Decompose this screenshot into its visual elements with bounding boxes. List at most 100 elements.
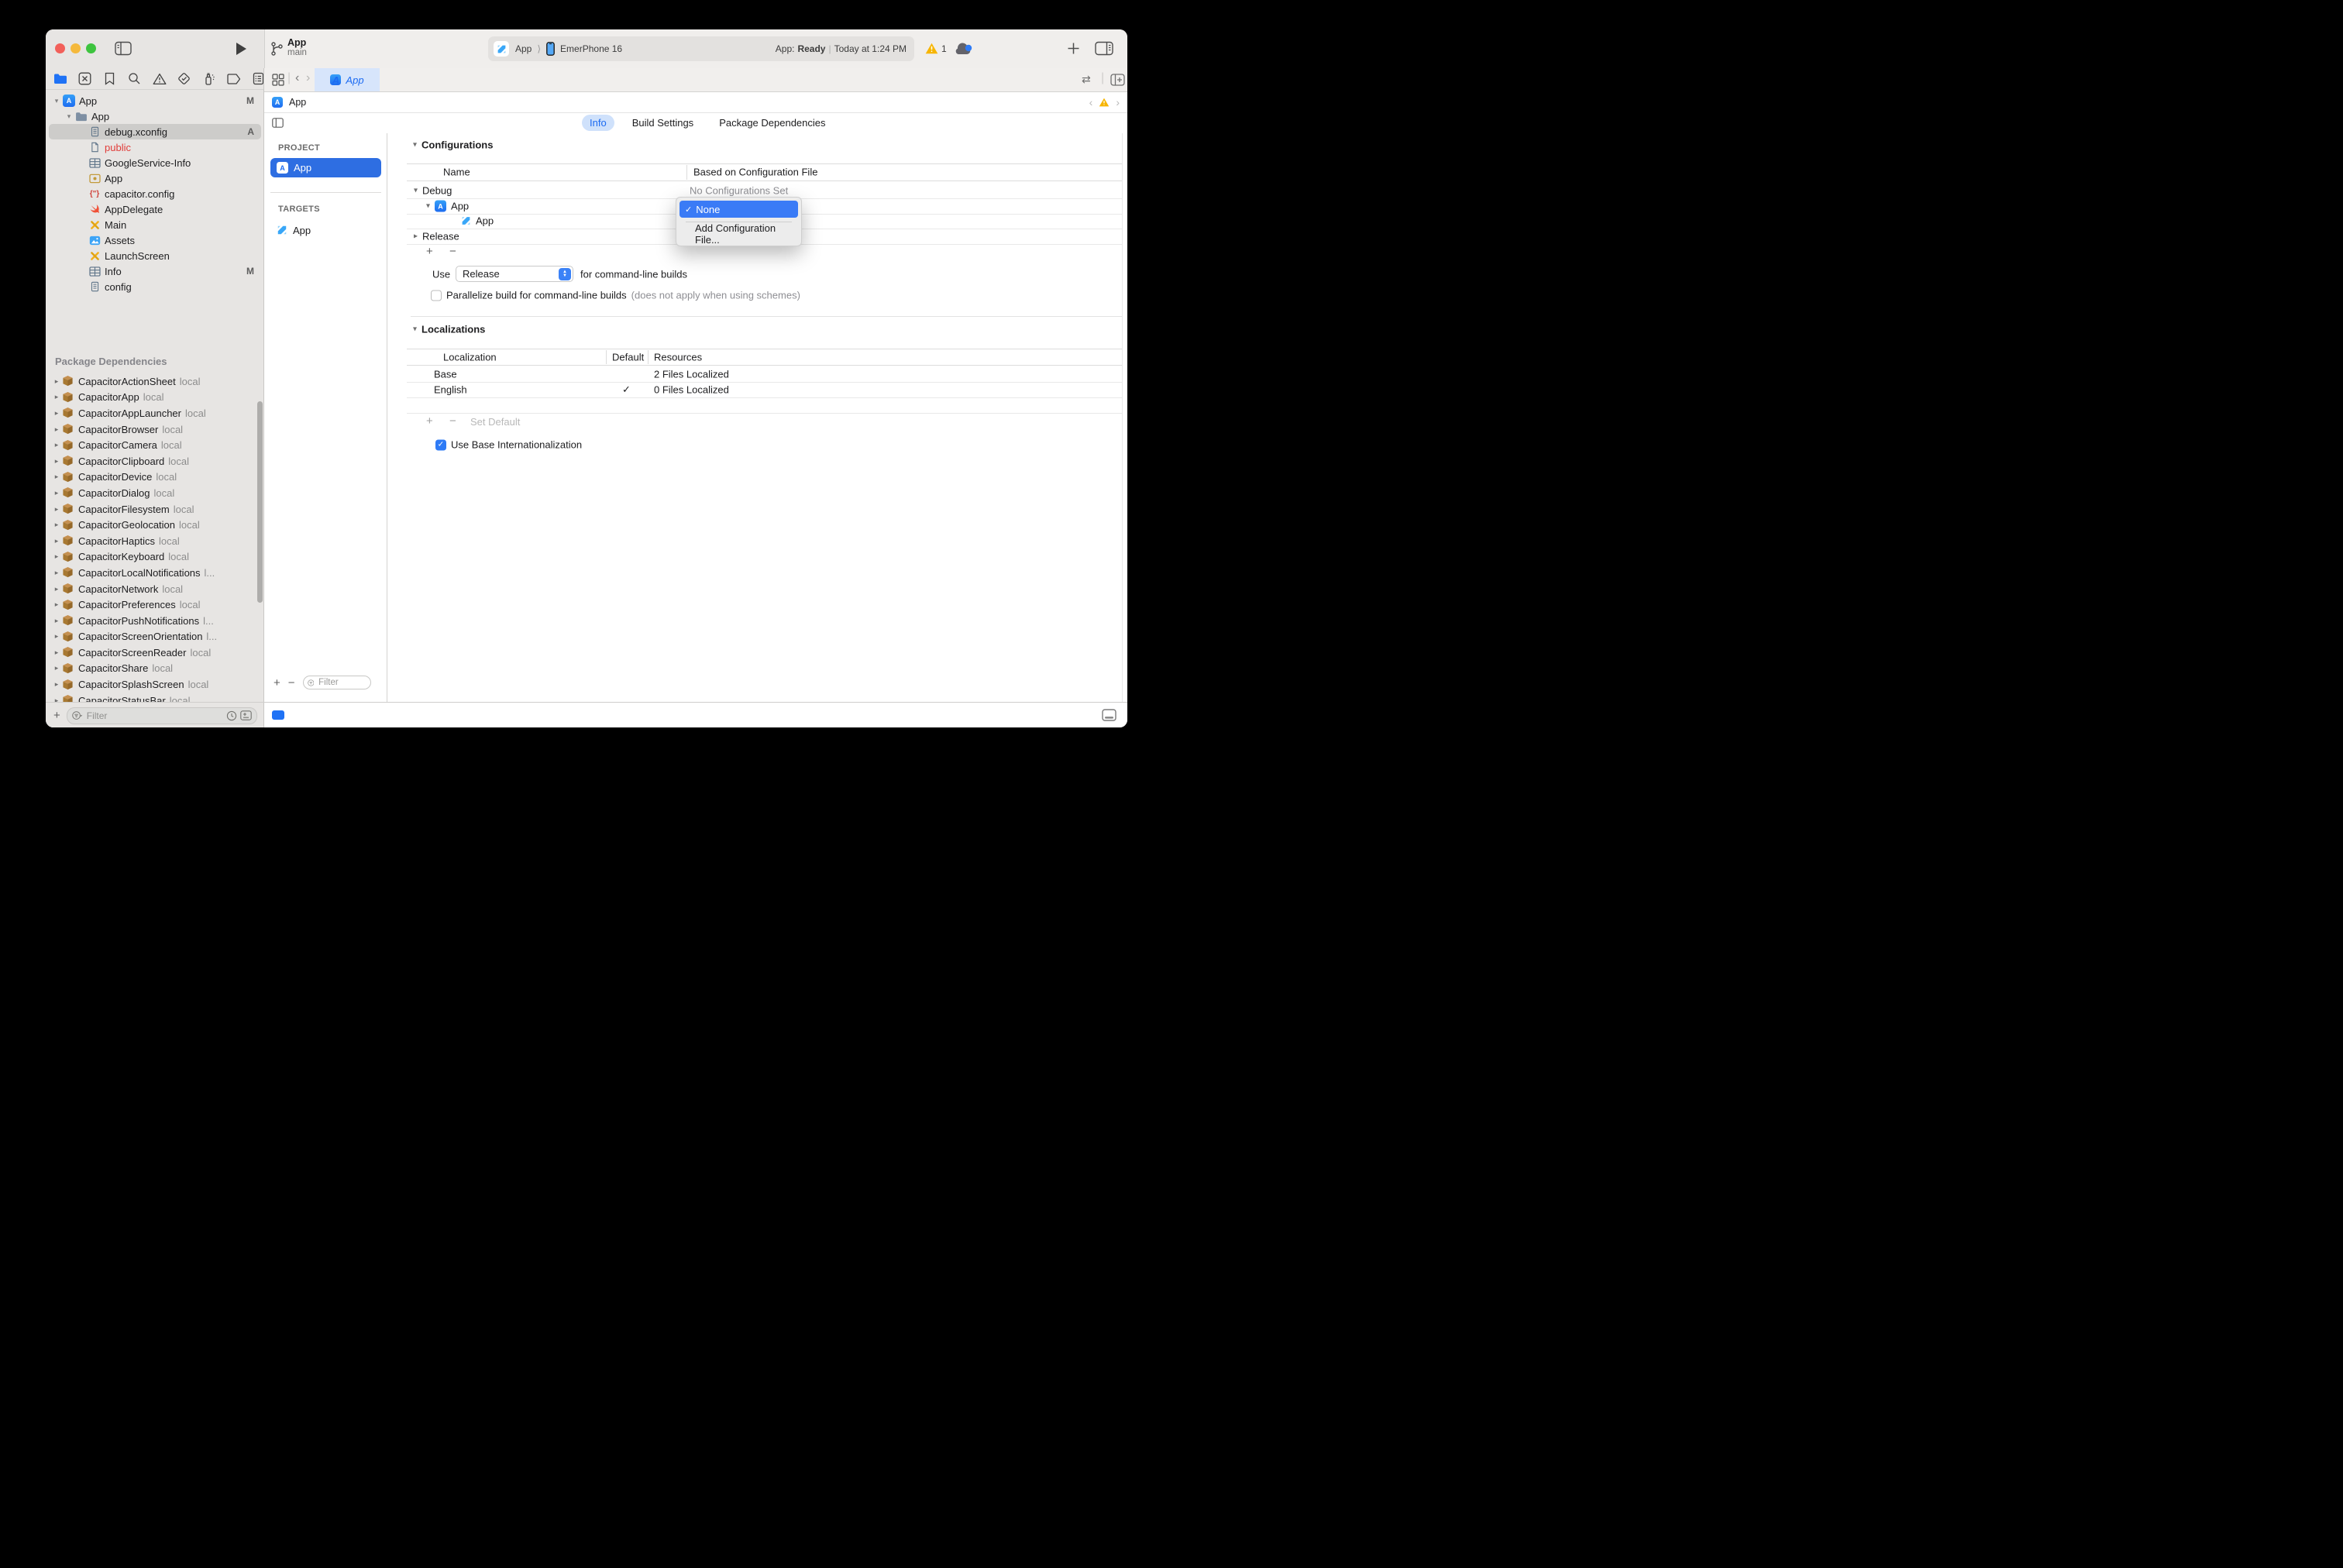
tab-build-settings[interactable]: Build Settings	[624, 115, 702, 131]
add-configuration-button[interactable]: +	[426, 245, 433, 258]
scm-status-filter-icon[interactable]	[240, 710, 252, 720]
sidebar-add-button[interactable]: +	[274, 676, 280, 689]
scheme-selector[interactable]: App main	[287, 38, 307, 57]
tree-row-file[interactable]: AppDelegate	[46, 201, 264, 217]
disclosure-closed-icon[interactable]: ▸	[52, 585, 61, 593]
tab-package-dependencies[interactable]: Package Dependencies	[711, 115, 833, 131]
use-base-checkbox[interactable]: ✓	[435, 439, 446, 450]
toggle-debug-area-icon[interactable]	[1102, 709, 1116, 721]
disclosure-closed-icon[interactable]: ▸	[52, 393, 61, 401]
disclosure-closed-icon[interactable]: ▸	[52, 409, 61, 418]
package-row[interactable]: ▸ CapacitorHaptics local	[46, 533, 264, 549]
scheme-crumb[interactable]: App	[515, 43, 532, 54]
disclosure-closed-icon[interactable]: ▸	[52, 648, 61, 657]
disclosure-closed-icon[interactable]: ▸	[52, 521, 61, 529]
tree-row-file[interactable]: config	[46, 279, 264, 294]
localization-row-base[interactable]: Base	[434, 369, 457, 380]
package-row[interactable]: ▸ CapacitorBrowser local	[46, 421, 264, 438]
disclosure-closed-icon[interactable]: ▸	[52, 680, 61, 689]
close-window-button[interactable]	[55, 43, 65, 53]
swap-editor-icon[interactable]: ⇄	[1082, 73, 1091, 86]
package-row[interactable]: ▸ CapacitorFilesystem local	[46, 501, 264, 518]
disclosure-closed-icon[interactable]: ▸	[52, 632, 61, 641]
disclosure-closed-icon[interactable]: ▸	[52, 505, 61, 514]
package-row[interactable]: ▸ CapacitorKeyboard local	[46, 549, 264, 566]
warning-icon[interactable]	[1099, 98, 1110, 107]
tree-row-file[interactable]: GoogleService-Info	[46, 155, 264, 170]
disclosure-closed-icon[interactable]: ▸	[52, 600, 61, 609]
package-row[interactable]: ▸ CapacitorActionSheet local	[46, 373, 264, 390]
disclosure-closed-icon[interactable]: ▸	[52, 425, 61, 434]
run-destination[interactable]: EmerPhone 16	[560, 43, 622, 54]
next-issue-button[interactable]: ›	[1116, 96, 1120, 108]
related-items-icon[interactable]	[272, 74, 284, 86]
parallelize-checkbox[interactable]	[431, 290, 442, 301]
column-header-localization[interactable]: Localization	[443, 352, 497, 363]
package-row[interactable]: ▸ CapacitorPreferences local	[46, 597, 264, 613]
package-row[interactable]: ▸ CapacitorCamera local	[46, 437, 264, 453]
remove-configuration-button[interactable]: −	[449, 245, 456, 258]
warning-icon[interactable]	[925, 43, 938, 54]
disclosure-open-icon[interactable]: ▾	[413, 141, 417, 150]
tree-row-selected[interactable]: debug.xconfig A	[49, 124, 261, 139]
sidebar-remove-button[interactable]: −	[288, 676, 295, 689]
disclosure-open-icon[interactable]: ▾	[64, 112, 74, 121]
run-button[interactable]	[236, 43, 246, 55]
disclosure-closed-icon[interactable]: ▸	[414, 232, 418, 241]
disclosure-closed-icon[interactable]: ▸	[52, 473, 61, 481]
sidebar-filter-field[interactable]	[303, 676, 371, 689]
tree-row-file[interactable]: Info M	[46, 263, 264, 279]
bookmark-navigator-tab-icon[interactable]	[102, 71, 117, 86]
disclosure-closed-icon[interactable]: ▸	[52, 569, 61, 577]
previous-issue-button[interactable]: ‹	[1089, 96, 1093, 108]
package-row[interactable]: ▸ CapacitorGeolocation local	[46, 517, 264, 533]
disclosure-closed-icon[interactable]: ▸	[52, 552, 61, 561]
add-localization-button[interactable]: +	[426, 414, 433, 428]
toggle-navigator-icon[interactable]	[115, 41, 132, 56]
toggle-inspector-icon[interactable]	[1095, 41, 1113, 56]
column-header-based-on[interactable]: Based on Configuration File	[693, 167, 817, 178]
command-line-config-popup[interactable]: Release ▲▼	[456, 266, 573, 282]
disclosure-closed-icon[interactable]: ▸	[52, 441, 61, 449]
toggle-editor-sidebar-icon[interactable]	[272, 118, 284, 128]
package-row[interactable]: ▸ CapacitorDevice local	[46, 469, 264, 486]
disclosure-closed-icon[interactable]: ▸	[52, 537, 61, 545]
config-row-debug[interactable]: ▾ Debug	[414, 185, 452, 197]
minimize-window-button[interactable]	[71, 43, 81, 53]
breakpoint-navigator-tab-icon[interactable]	[226, 71, 241, 86]
config-debug-value[interactable]: No Configurations Set	[690, 185, 788, 197]
disclosure-closed-icon[interactable]: ▸	[52, 489, 61, 497]
tree-row-file[interactable]: LaunchScreen	[46, 248, 264, 263]
tree-row-project[interactable]: ▾ A App M	[46, 93, 264, 108]
package-row[interactable]: ▸ CapacitorAppLauncher local	[46, 405, 264, 421]
sidebar-item-project-app[interactable]: A App	[270, 158, 381, 177]
cloud-status-icon[interactable]	[954, 42, 974, 57]
disclosure-closed-icon[interactable]: ▸	[52, 696, 61, 702]
content-scrollbar-track[interactable]	[1122, 133, 1123, 702]
disclosure-open-icon[interactable]: ▾	[52, 97, 61, 105]
find-navigator-tab-icon[interactable]	[127, 71, 142, 86]
package-row[interactable]: ▸ CapacitorDialog local	[46, 485, 264, 501]
package-row[interactable]: ▸ CapacitorNetwork local	[46, 581, 264, 597]
column-header-resources[interactable]: Resources	[654, 352, 702, 363]
package-row[interactable]: ▸ CapacitorApp local	[46, 390, 264, 406]
add-button[interactable]	[1067, 42, 1080, 55]
package-row[interactable]: ▸ CapacitorPushNotifications l...	[46, 613, 264, 629]
report-navigator-tab-icon[interactable]	[251, 71, 264, 86]
project-navigator-tab-icon[interactable]	[53, 71, 67, 86]
tree-row-file[interactable]: Assets	[46, 232, 264, 248]
column-header-default[interactable]: Default	[612, 352, 644, 363]
package-row[interactable]: ▸ CapacitorScreenReader local	[46, 645, 264, 661]
disclosure-closed-icon[interactable]: ▸	[52, 377, 61, 386]
configurations-header[interactable]: ▾ Configurations	[413, 139, 493, 151]
zoom-window-button[interactable]	[86, 43, 96, 53]
localization-row-english[interactable]: English	[434, 384, 467, 396]
disclosure-closed-icon[interactable]: ▸	[52, 664, 61, 672]
navigator-scrollbar[interactable]	[257, 401, 263, 603]
tree-row-file[interactable]: public	[46, 139, 264, 155]
disclosure-open-icon[interactable]: ▾	[414, 187, 418, 195]
disclosure-open-icon[interactable]: ▾	[426, 202, 430, 211]
sidebar-item-target-app[interactable]: App	[270, 221, 381, 239]
tree-row-folder[interactable]: ▾ App	[46, 108, 264, 124]
jump-bar-crumb[interactable]: App	[289, 97, 306, 108]
